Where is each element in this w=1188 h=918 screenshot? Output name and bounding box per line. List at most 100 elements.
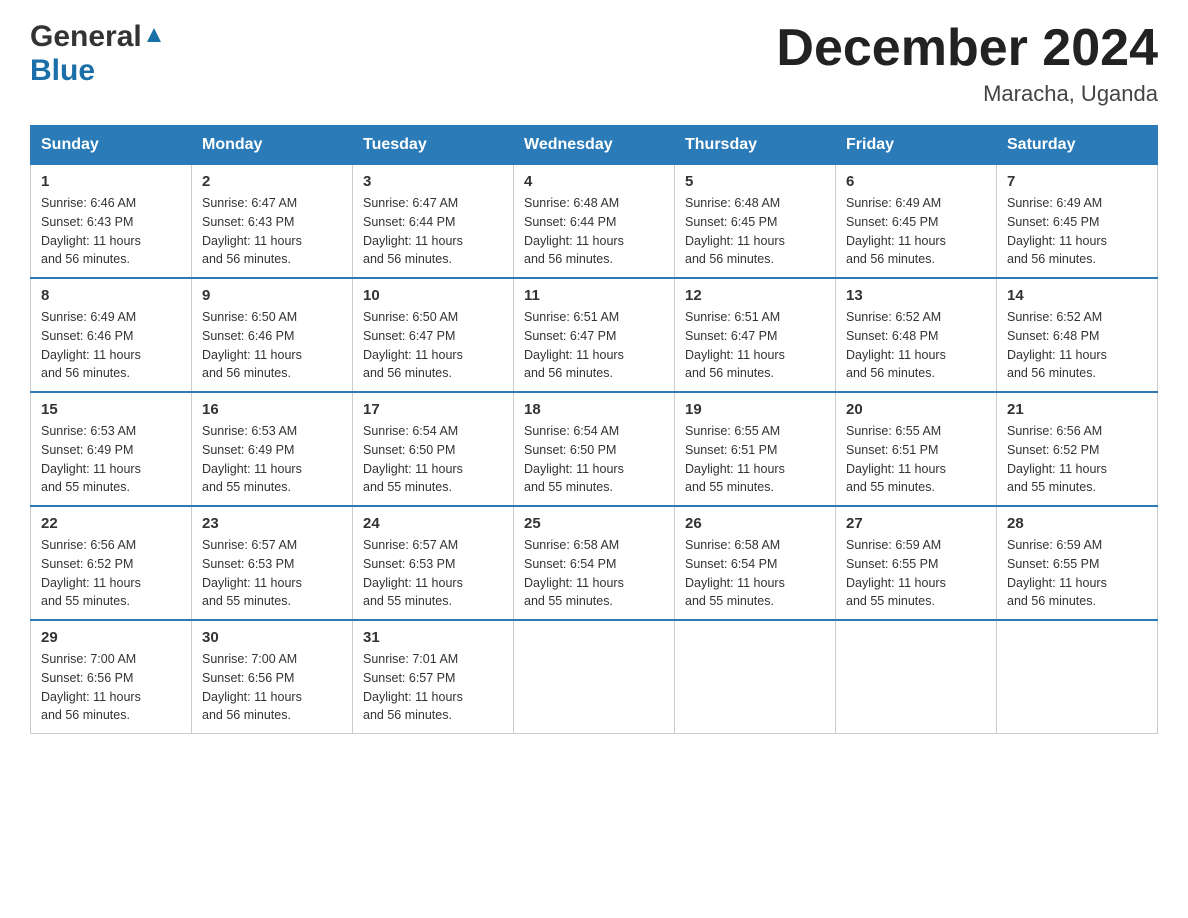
day-info: Sunrise: 6:54 AM Sunset: 6:50 PM Dayligh…: [363, 422, 503, 497]
month-title: December 2024: [776, 20, 1158, 77]
day-info: Sunrise: 7:00 AM Sunset: 6:56 PM Dayligh…: [202, 650, 342, 725]
day-number: 13: [846, 287, 986, 304]
calendar-day-cell: 4 Sunrise: 6:48 AM Sunset: 6:44 PM Dayli…: [514, 165, 675, 279]
calendar-day-cell: 3 Sunrise: 6:47 AM Sunset: 6:44 PM Dayli…: [353, 165, 514, 279]
day-info: Sunrise: 6:54 AM Sunset: 6:50 PM Dayligh…: [524, 422, 664, 497]
day-info: Sunrise: 6:56 AM Sunset: 6:52 PM Dayligh…: [41, 536, 181, 611]
calendar-day-cell: 20 Sunrise: 6:55 AM Sunset: 6:51 PM Dayl…: [836, 392, 997, 506]
calendar-day-cell: 11 Sunrise: 6:51 AM Sunset: 6:47 PM Dayl…: [514, 278, 675, 392]
day-number: 15: [41, 401, 181, 418]
calendar-week-row: 15 Sunrise: 6:53 AM Sunset: 6:49 PM Dayl…: [31, 392, 1158, 506]
day-number: 30: [202, 629, 342, 646]
day-number: 18: [524, 401, 664, 418]
day-number: 17: [363, 401, 503, 418]
day-info: Sunrise: 6:59 AM Sunset: 6:55 PM Dayligh…: [846, 536, 986, 611]
day-info: Sunrise: 6:53 AM Sunset: 6:49 PM Dayligh…: [202, 422, 342, 497]
weekday-header-friday: Friday: [836, 126, 997, 165]
day-info: Sunrise: 6:49 AM Sunset: 6:45 PM Dayligh…: [1007, 194, 1147, 269]
day-number: 22: [41, 515, 181, 532]
weekday-header-monday: Monday: [192, 126, 353, 165]
day-info: Sunrise: 6:51 AM Sunset: 6:47 PM Dayligh…: [524, 308, 664, 383]
day-number: 12: [685, 287, 825, 304]
day-info: Sunrise: 6:51 AM Sunset: 6:47 PM Dayligh…: [685, 308, 825, 383]
calendar-empty-cell: [836, 620, 997, 734]
logo: General Blue: [30, 20, 165, 88]
weekday-header-saturday: Saturday: [997, 126, 1158, 165]
day-info: Sunrise: 6:57 AM Sunset: 6:53 PM Dayligh…: [202, 536, 342, 611]
calendar-day-cell: 8 Sunrise: 6:49 AM Sunset: 6:46 PM Dayli…: [31, 278, 192, 392]
calendar-day-cell: 28 Sunrise: 6:59 AM Sunset: 6:55 PM Dayl…: [997, 506, 1158, 620]
day-info: Sunrise: 6:48 AM Sunset: 6:45 PM Dayligh…: [685, 194, 825, 269]
day-number: 24: [363, 515, 503, 532]
day-info: Sunrise: 6:52 AM Sunset: 6:48 PM Dayligh…: [846, 308, 986, 383]
calendar-day-cell: 22 Sunrise: 6:56 AM Sunset: 6:52 PM Dayl…: [31, 506, 192, 620]
calendar-header-row: SundayMondayTuesdayWednesdayThursdayFrid…: [31, 126, 1158, 165]
weekday-header-wednesday: Wednesday: [514, 126, 675, 165]
day-info: Sunrise: 6:56 AM Sunset: 6:52 PM Dayligh…: [1007, 422, 1147, 497]
day-info: Sunrise: 6:48 AM Sunset: 6:44 PM Dayligh…: [524, 194, 664, 269]
day-info: Sunrise: 6:50 AM Sunset: 6:47 PM Dayligh…: [363, 308, 503, 383]
calendar-day-cell: 5 Sunrise: 6:48 AM Sunset: 6:45 PM Dayli…: [675, 165, 836, 279]
day-number: 10: [363, 287, 503, 304]
day-number: 19: [685, 401, 825, 418]
calendar-day-cell: 19 Sunrise: 6:55 AM Sunset: 6:51 PM Dayl…: [675, 392, 836, 506]
day-number: 9: [202, 287, 342, 304]
day-number: 20: [846, 401, 986, 418]
calendar-day-cell: 10 Sunrise: 6:50 AM Sunset: 6:47 PM Dayl…: [353, 278, 514, 392]
calendar-day-cell: 9 Sunrise: 6:50 AM Sunset: 6:46 PM Dayli…: [192, 278, 353, 392]
calendar-empty-cell: [514, 620, 675, 734]
title-block: December 2024 Maracha, Uganda: [776, 20, 1158, 107]
day-number: 31: [363, 629, 503, 646]
day-number: 1: [41, 173, 181, 190]
calendar-day-cell: 23 Sunrise: 6:57 AM Sunset: 6:53 PM Dayl…: [192, 506, 353, 620]
day-info: Sunrise: 6:47 AM Sunset: 6:44 PM Dayligh…: [363, 194, 503, 269]
day-number: 7: [1007, 173, 1147, 190]
calendar-day-cell: 13 Sunrise: 6:52 AM Sunset: 6:48 PM Dayl…: [836, 278, 997, 392]
day-info: Sunrise: 6:55 AM Sunset: 6:51 PM Dayligh…: [846, 422, 986, 497]
calendar-day-cell: 25 Sunrise: 6:58 AM Sunset: 6:54 PM Dayl…: [514, 506, 675, 620]
day-number: 6: [846, 173, 986, 190]
day-info: Sunrise: 7:00 AM Sunset: 6:56 PM Dayligh…: [41, 650, 181, 725]
calendar-day-cell: 15 Sunrise: 6:53 AM Sunset: 6:49 PM Dayl…: [31, 392, 192, 506]
day-number: 2: [202, 173, 342, 190]
day-info: Sunrise: 6:58 AM Sunset: 6:54 PM Dayligh…: [524, 536, 664, 611]
logo-blue-text: Blue: [30, 54, 95, 87]
day-number: 27: [846, 515, 986, 532]
weekday-header-thursday: Thursday: [675, 126, 836, 165]
calendar-week-row: 8 Sunrise: 6:49 AM Sunset: 6:46 PM Dayli…: [31, 278, 1158, 392]
calendar-week-row: 1 Sunrise: 6:46 AM Sunset: 6:43 PM Dayli…: [31, 165, 1158, 279]
calendar-day-cell: 29 Sunrise: 7:00 AM Sunset: 6:56 PM Dayl…: [31, 620, 192, 734]
calendar-week-row: 29 Sunrise: 7:00 AM Sunset: 6:56 PM Dayl…: [31, 620, 1158, 734]
day-number: 26: [685, 515, 825, 532]
calendar-table: SundayMondayTuesdayWednesdayThursdayFrid…: [30, 125, 1158, 734]
day-number: 16: [202, 401, 342, 418]
day-number: 28: [1007, 515, 1147, 532]
day-info: Sunrise: 6:50 AM Sunset: 6:46 PM Dayligh…: [202, 308, 342, 383]
day-info: Sunrise: 6:53 AM Sunset: 6:49 PM Dayligh…: [41, 422, 181, 497]
weekday-header-tuesday: Tuesday: [353, 126, 514, 165]
calendar-day-cell: 1 Sunrise: 6:46 AM Sunset: 6:43 PM Dayli…: [31, 165, 192, 279]
calendar-day-cell: 7 Sunrise: 6:49 AM Sunset: 6:45 PM Dayli…: [997, 165, 1158, 279]
day-info: Sunrise: 6:49 AM Sunset: 6:46 PM Dayligh…: [41, 308, 181, 383]
weekday-header-sunday: Sunday: [31, 126, 192, 165]
page-header: General Blue December 2024 Maracha, Ugan…: [30, 20, 1158, 107]
day-number: 3: [363, 173, 503, 190]
day-number: 5: [685, 173, 825, 190]
calendar-empty-cell: [997, 620, 1158, 734]
calendar-day-cell: 26 Sunrise: 6:58 AM Sunset: 6:54 PM Dayl…: [675, 506, 836, 620]
calendar-week-row: 22 Sunrise: 6:56 AM Sunset: 6:52 PM Dayl…: [31, 506, 1158, 620]
calendar-day-cell: 14 Sunrise: 6:52 AM Sunset: 6:48 PM Dayl…: [997, 278, 1158, 392]
day-number: 25: [524, 515, 664, 532]
day-number: 23: [202, 515, 342, 532]
calendar-day-cell: 30 Sunrise: 7:00 AM Sunset: 6:56 PM Dayl…: [192, 620, 353, 734]
calendar-day-cell: 6 Sunrise: 6:49 AM Sunset: 6:45 PM Dayli…: [836, 165, 997, 279]
day-number: 8: [41, 287, 181, 304]
day-info: Sunrise: 6:49 AM Sunset: 6:45 PM Dayligh…: [846, 194, 986, 269]
calendar-day-cell: 21 Sunrise: 6:56 AM Sunset: 6:52 PM Dayl…: [997, 392, 1158, 506]
day-number: 4: [524, 173, 664, 190]
calendar-day-cell: 27 Sunrise: 6:59 AM Sunset: 6:55 PM Dayl…: [836, 506, 997, 620]
day-info: Sunrise: 6:46 AM Sunset: 6:43 PM Dayligh…: [41, 194, 181, 269]
calendar-day-cell: 2 Sunrise: 6:47 AM Sunset: 6:43 PM Dayli…: [192, 165, 353, 279]
calendar-day-cell: 24 Sunrise: 6:57 AM Sunset: 6:53 PM Dayl…: [353, 506, 514, 620]
day-info: Sunrise: 6:55 AM Sunset: 6:51 PM Dayligh…: [685, 422, 825, 497]
